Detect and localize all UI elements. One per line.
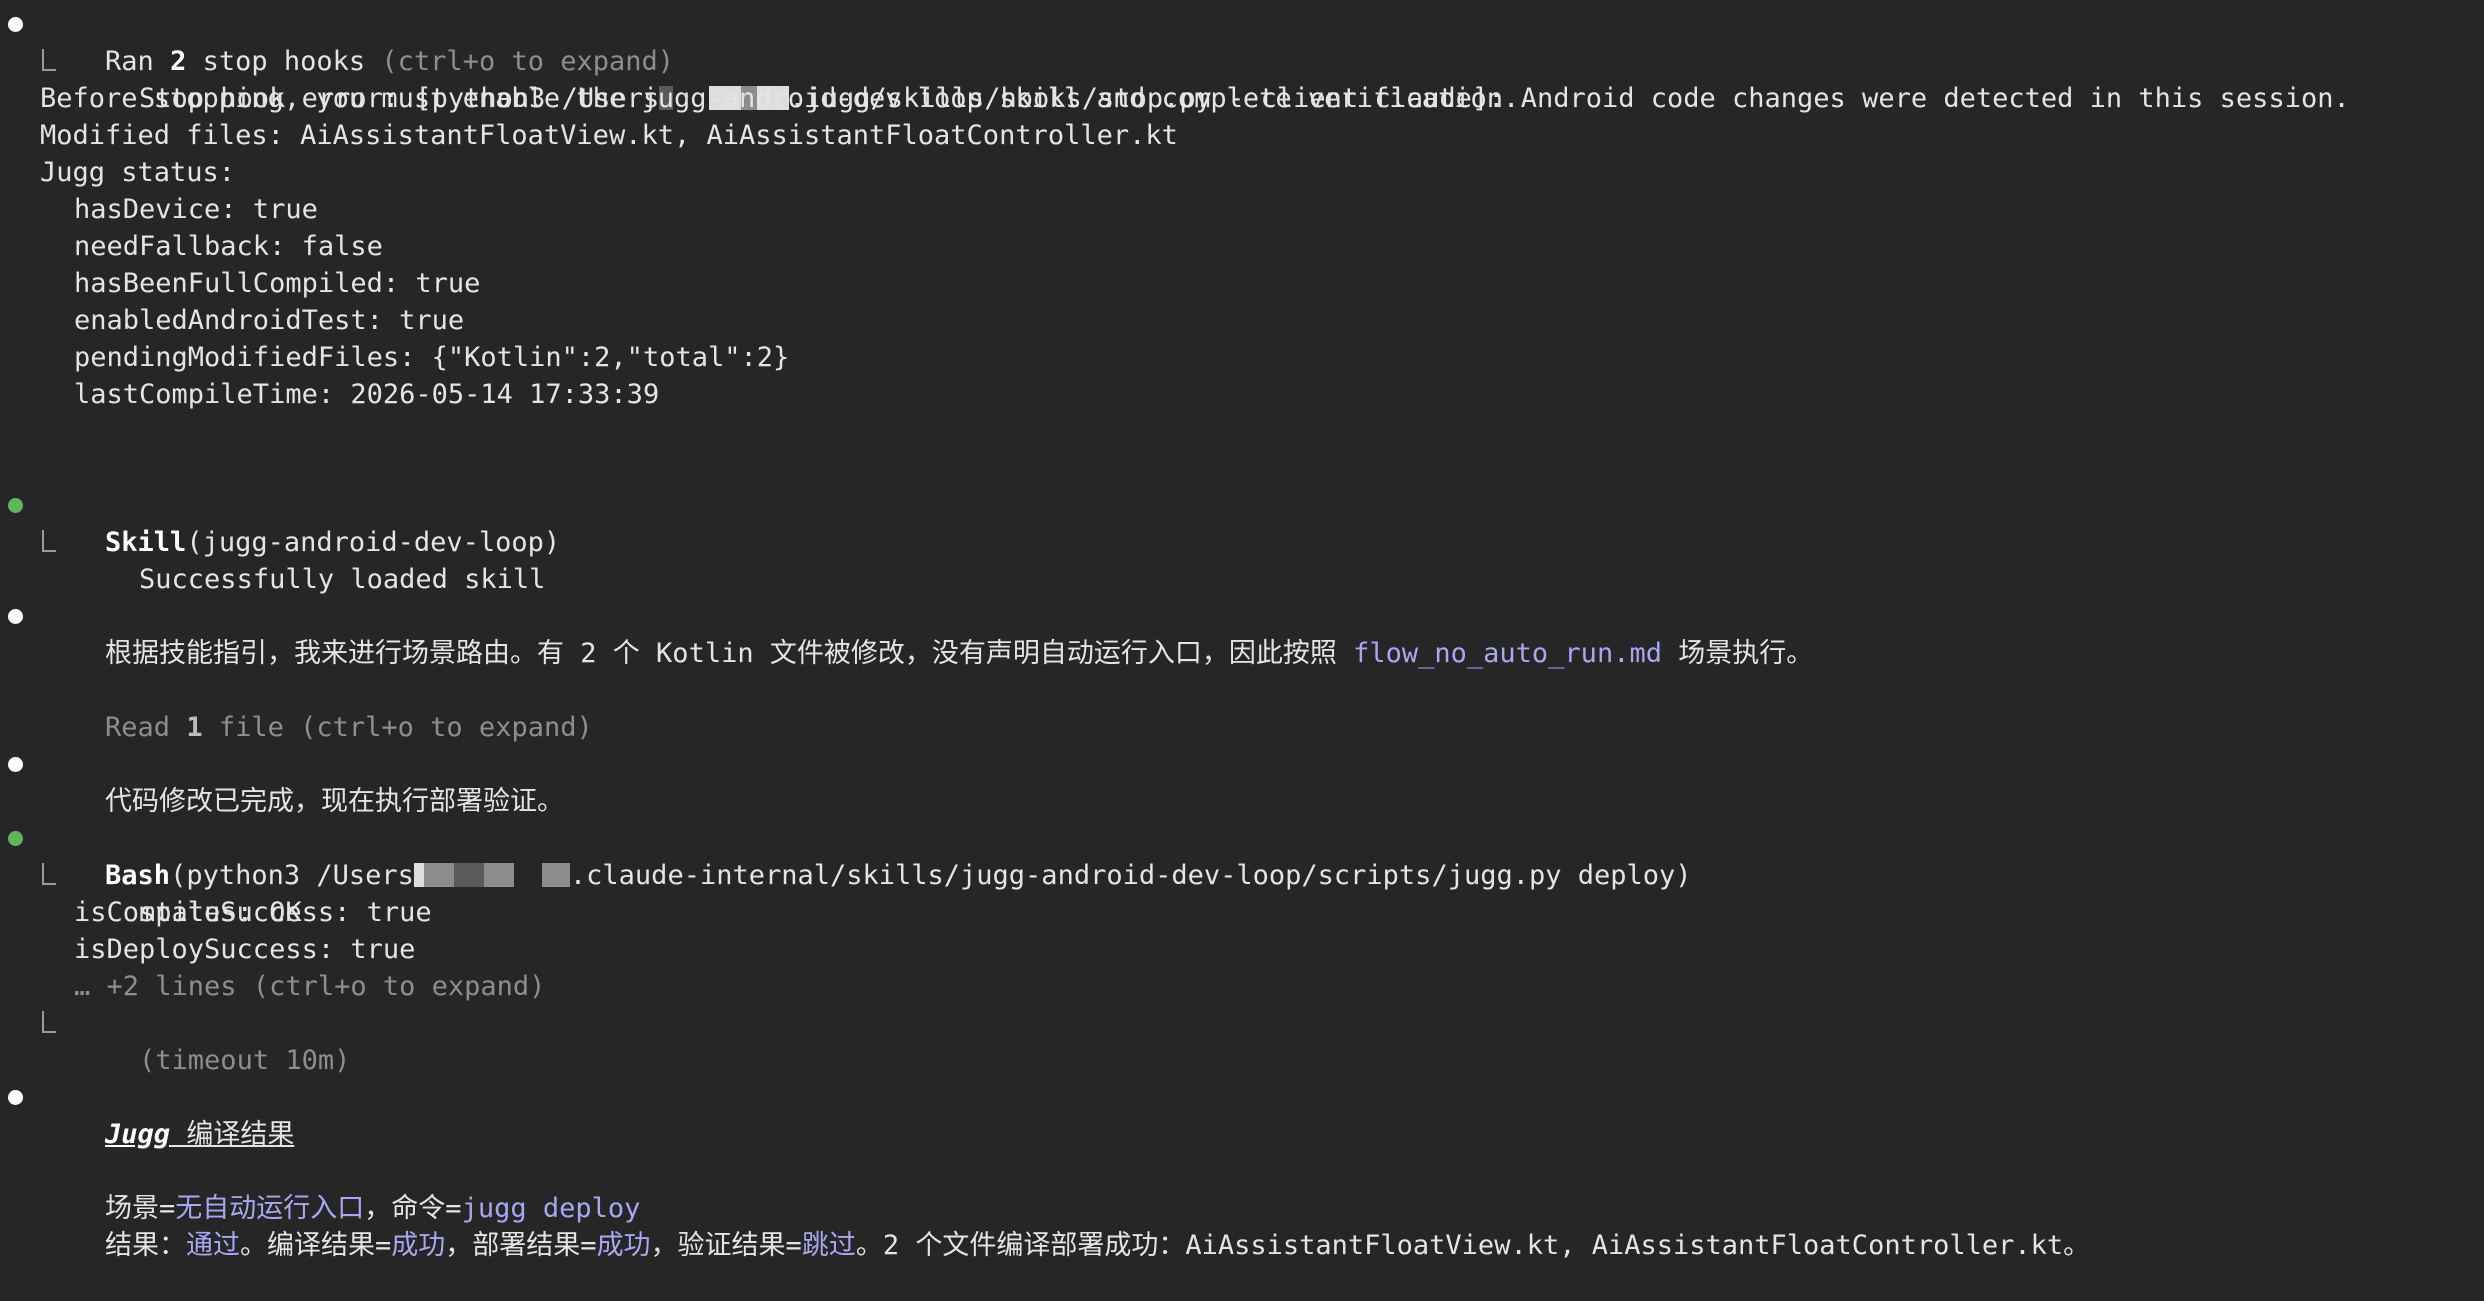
bash-output-compile: isCompileSuccess: true <box>74 897 432 928</box>
status-has-device: hasDevice: true <box>74 194 318 225</box>
status-android-test: enabledAndroidTest: true <box>74 305 465 336</box>
status-last-compile: lastCompileTime: 2026-05-14 17:33:39 <box>74 379 660 410</box>
done-text: 代码修改已完成，现在执行部署验证。 <box>105 786 565 817</box>
status-pending-files: pendingModifiedFiles: {"Kotlin":2,"total… <box>74 342 790 373</box>
success-bullet-icon <box>8 498 23 513</box>
status-full-compiled: hasBeenFullCompiled: true <box>74 268 481 299</box>
skill-result: Successfully loaded skill <box>0 524 2484 595</box>
result-heading: Jugg 编译结果 <box>0 1079 2484 1150</box>
terminal-output: Ran 2 stop hooks (ctrl+o to expand) Stop… <box>0 0 2484 1261</box>
bash-more-lines[interactable]: … +2 lines (ctrl+o to expand) <box>0 968 2484 1005</box>
result-title-bold: Jugg <box>105 1119 171 1150</box>
bullet-icon <box>8 17 23 32</box>
read-count: 1 <box>186 712 203 743</box>
tree-branch-icon <box>42 863 56 885</box>
result-value: 通过 <box>186 1230 241 1261</box>
skill-call: Skill(jugg-android-dev-loop) <box>0 487 2484 558</box>
tree-branch-icon <box>42 1011 56 1033</box>
jugg-status-heading: Jugg status: <box>40 157 236 188</box>
verify-value: 跳过 <box>801 1230 856 1261</box>
bash-call: Bash(python3 /Users .claude-internal/skil… <box>0 820 2484 891</box>
bash-timeout: (timeout 10m) <box>0 1005 2484 1076</box>
success-bullet-icon <box>8 831 23 846</box>
result-scene-line: 场景=无自动运行入口，命令=jugg deploy <box>105 1193 641 1224</box>
stop-hooks-header[interactable]: Ran 2 stop hooks (ctrl+o to expand) <box>0 6 2484 77</box>
done-message: 代码修改已完成，现在执行部署验证。 <box>0 746 2484 817</box>
stop-hook-line: Before stopping, you must enable the jug… <box>40 83 1520 114</box>
routing-text-end: 场景执行。 <box>1661 638 1814 669</box>
bash-timeout-text: (timeout 10m) <box>139 1045 351 1076</box>
result-summary-line: 结果：通过。编译结果=成功，部署结果=成功，验证结果=跳过。2 个文件编译部署成… <box>105 1230 2091 1261</box>
status-need-fallback: needFallback: false <box>74 231 383 262</box>
skill-result-text: Successfully loaded skill <box>139 564 546 595</box>
routing-file-link[interactable]: flow_no_auto_run.md <box>1353 638 1662 669</box>
bash-output-deploy: isDeploySuccess: true <box>74 934 416 965</box>
bullet-icon <box>8 757 23 772</box>
stop-hook-error-line: Stop hook error: [python3 /Users .jugg/sk… <box>0 43 2484 114</box>
result-summary-text: 。2 个文件编译部署成功：AiAssistantFloatView.kt, Ai… <box>855 1230 2091 1261</box>
deploy-value: 成功 <box>596 1230 651 1261</box>
read-file-line[interactable]: Read 1 file (ctrl+o to expand) <box>0 672 2484 743</box>
tree-branch-icon <box>42 49 56 71</box>
tree-branch-icon <box>42 530 56 552</box>
result-title-rest: 编译结果 <box>170 1119 295 1150</box>
bash-output-status: status: OK <box>0 857 2484 928</box>
bullet-icon <box>8 1090 23 1105</box>
routing-text: 根据技能指引，我来进行场景路由。有 2 个 Kotlin 文件被修改，没有声明自… <box>105 638 1354 669</box>
bullet-icon <box>8 609 23 624</box>
modified-files-line: Modified files: AiAssistantFloatView.kt,… <box>40 120 1178 151</box>
expand-hint[interactable]: (ctrl+o to expand) <box>300 712 593 743</box>
routing-message: 根据技能指引，我来进行场景路由。有 2 个 Kotlin 文件被修改，没有声明自… <box>0 598 2484 669</box>
compile-value: 成功 <box>391 1230 446 1261</box>
